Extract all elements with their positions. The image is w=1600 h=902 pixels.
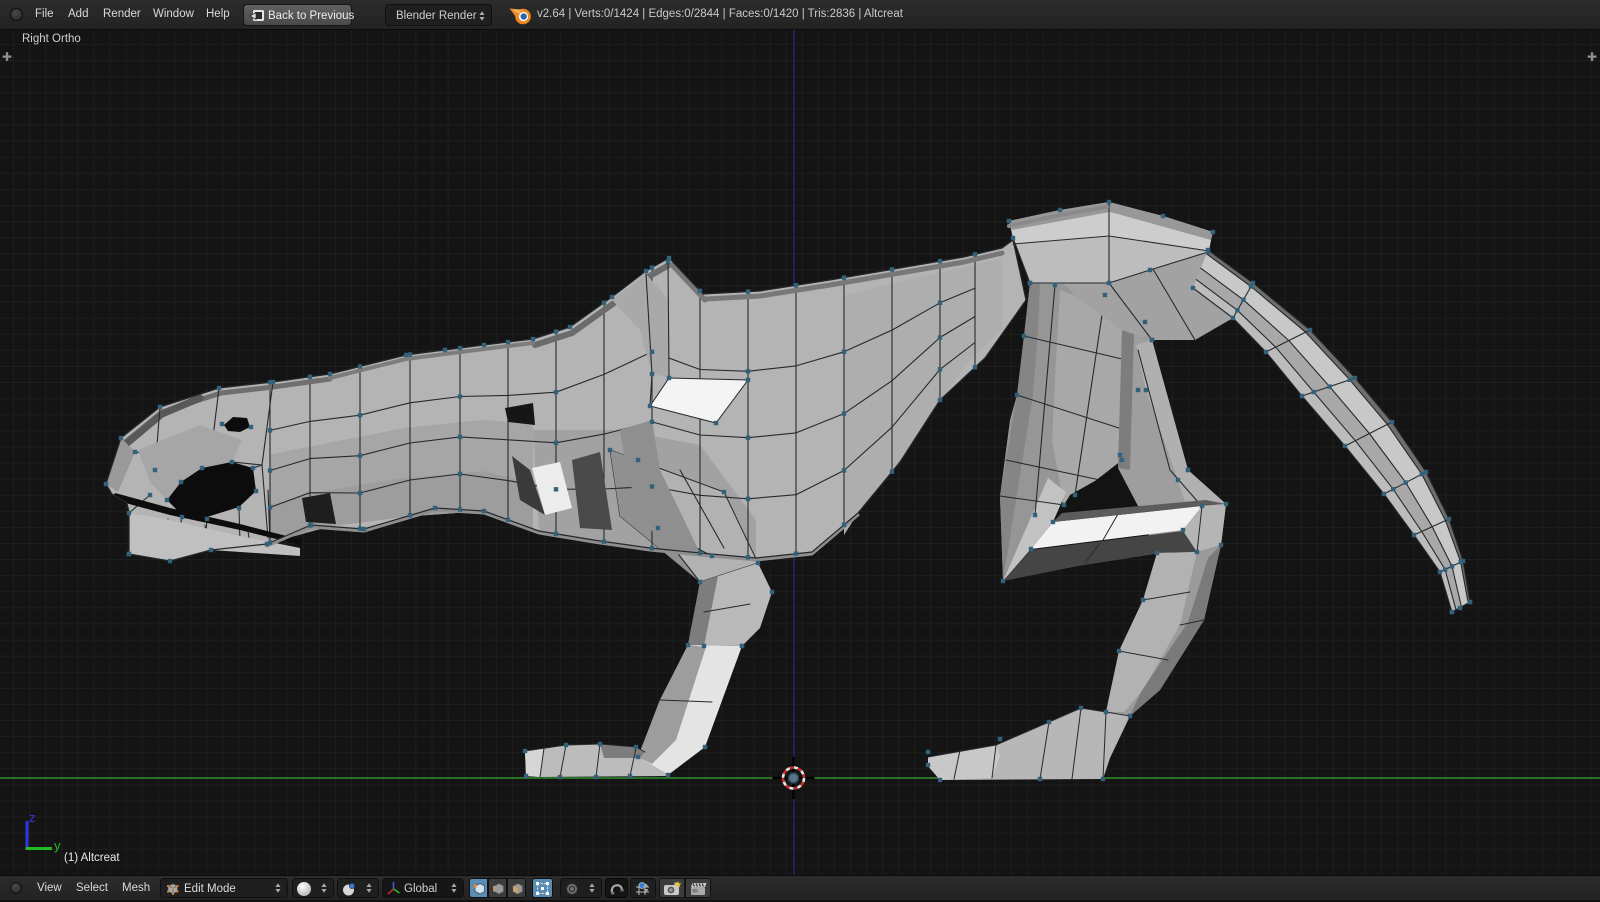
svg-text:y: y bbox=[54, 838, 61, 853]
svg-text:z: z bbox=[29, 810, 36, 825]
